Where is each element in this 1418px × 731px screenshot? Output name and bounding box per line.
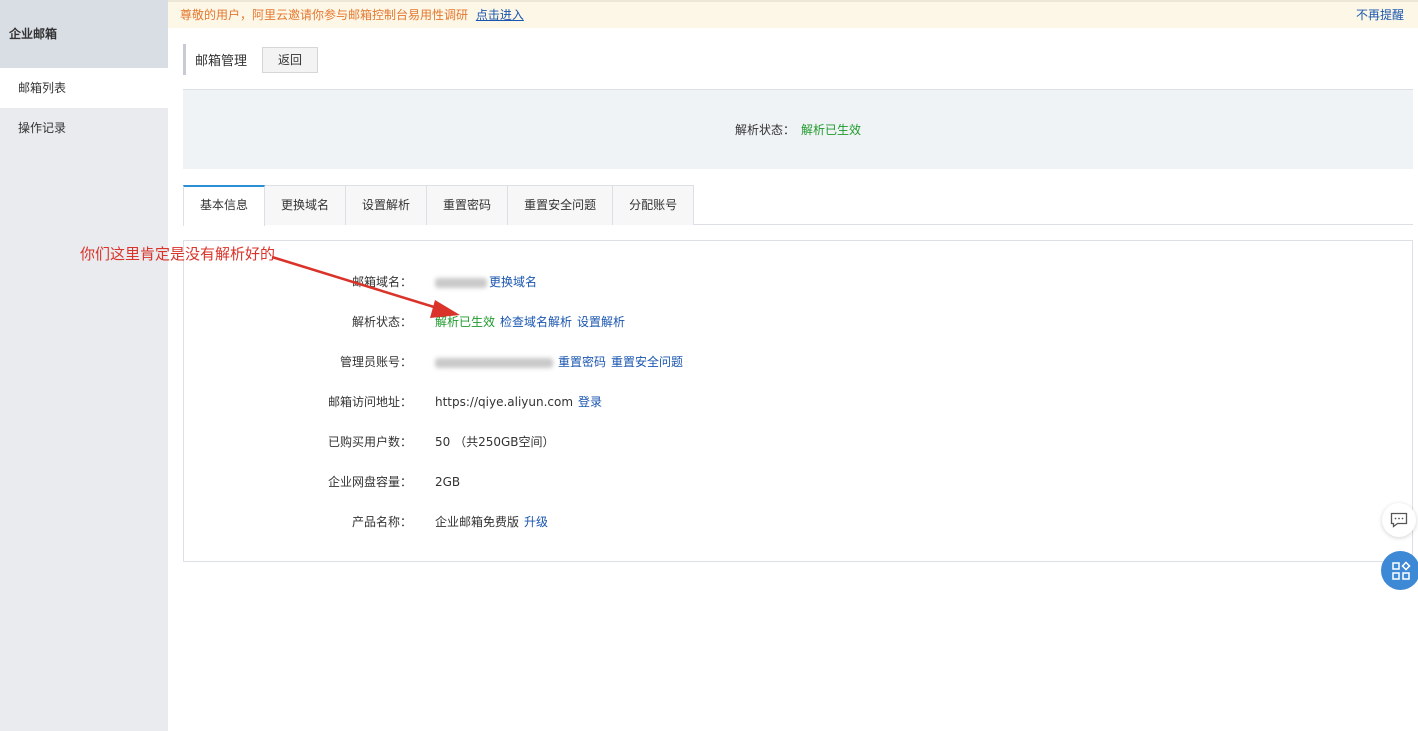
resolve-label: 解析状态： <box>351 315 412 329</box>
page-title: 邮箱管理 <box>195 54 248 69</box>
tab-basic-info[interactable]: 基本信息 <box>183 185 266 226</box>
notice-dismiss-link[interactable]: 不再提醒 <box>1356 2 1404 28</box>
message-icon <box>1390 512 1408 528</box>
admin-value: 重置密码 重置安全问题 <box>435 352 683 372</box>
domain-label: 邮箱域名： <box>351 275 412 289</box>
status-banner: 解析状态： 解析已生效 <box>183 90 1413 169</box>
back-button[interactable]: 返回 <box>262 46 319 73</box>
product-name: 企业邮箱免费版 <box>435 515 520 529</box>
notice-survey-link[interactable]: 点击进入 <box>476 8 524 22</box>
apps-button[interactable] <box>1381 551 1418 590</box>
sidebar-item-operation-log[interactable]: 操作记录 <box>0 108 168 148</box>
row-disk: 企业网盘容量： 2GB <box>184 472 1412 492</box>
redacted-admin-account <box>435 357 553 368</box>
mail-url: https://qiye.aliyun.com <box>435 395 574 409</box>
tab-reset-security-question[interactable]: 重置安全问题 <box>507 185 614 225</box>
reset-security-question-link[interactable]: 重置安全问题 <box>611 355 683 369</box>
domain-value: 更换域名 <box>435 272 537 292</box>
row-users: 已购买用户数： 50 （共250GB空间） <box>184 432 1412 452</box>
tab-reset-password[interactable]: 重置密码 <box>426 185 509 225</box>
product-value: 企业邮箱免费版 升级 <box>435 512 548 532</box>
status-banner-label: 解析状态： <box>734 123 795 137</box>
tab-bar: 基本信息 更换域名 设置解析 重置密码 重置安全问题 分配账号 <box>183 185 1413 226</box>
header-accent-bar <box>183 44 186 75</box>
sidebar-item-mailbox-list[interactable]: 邮箱列表 <box>0 68 168 108</box>
disk-value: 2GB <box>435 475 461 489</box>
product-label: 产品名称： <box>351 515 412 529</box>
row-domain: 邮箱域名： 更换域名 <box>184 272 1412 292</box>
feedback-button[interactable] <box>1382 503 1416 537</box>
users-value: 50 （共250GB空间） <box>435 435 555 449</box>
notice-text: 尊敬的用户，阿里云邀请你参与邮箱控制台易用性调研 <box>180 8 469 22</box>
page-header: 邮箱管理 返回 <box>183 44 319 75</box>
redacted-domain <box>435 277 487 288</box>
upgrade-link[interactable]: 升级 <box>524 515 548 529</box>
reset-password-link[interactable]: 重置密码 <box>558 355 606 369</box>
admin-label: 管理员账号： <box>339 355 412 369</box>
notice-bar: 尊敬的用户，阿里云邀请你参与邮箱控制台易用性调研 点击进入 不再提醒 <box>168 0 1418 28</box>
row-resolve: 解析状态： 解析已生效 检查域名解析 设置解析 <box>184 312 1412 332</box>
tab-set-resolution[interactable]: 设置解析 <box>345 185 428 225</box>
change-domain-link[interactable]: 更换域名 <box>489 275 537 289</box>
users-label: 已购买用户数： <box>327 435 412 449</box>
row-url: 邮箱访问地址： https://qiye.aliyun.com 登录 <box>184 392 1412 412</box>
apps-grid-icon <box>1391 560 1411 580</box>
sidebar: 企业邮箱 邮箱列表 操作记录 <box>0 0 168 731</box>
resolve-status: 解析已生效 <box>435 315 496 329</box>
url-label: 邮箱访问地址： <box>327 395 412 409</box>
disk-label: 企业网盘容量： <box>327 475 412 489</box>
annotation-text: 你们这里肯定是没有解析好的 <box>80 245 276 263</box>
row-product: 产品名称： 企业邮箱免费版 升级 <box>184 512 1412 532</box>
sidebar-title: 企业邮箱 <box>0 0 168 68</box>
info-panel: 邮箱域名： 更换域名 解析状态： 解析已生效 检查域名解析 设置解析 管理员账号： … <box>183 240 1413 562</box>
status-banner-value: 解析已生效 <box>801 123 862 137</box>
login-link[interactable]: 登录 <box>578 395 602 409</box>
resolve-value: 解析已生效 检查域名解析 设置解析 <box>435 312 625 332</box>
check-resolve-link[interactable]: 检查域名解析 <box>500 315 572 329</box>
tab-assign-account[interactable]: 分配账号 <box>612 185 695 225</box>
tab-change-domain[interactable]: 更换域名 <box>264 185 347 225</box>
row-admin: 管理员账号： 重置密码 重置安全问题 <box>184 352 1412 372</box>
set-resolve-link[interactable]: 设置解析 <box>577 315 625 329</box>
url-value: https://qiye.aliyun.com 登录 <box>435 392 602 412</box>
